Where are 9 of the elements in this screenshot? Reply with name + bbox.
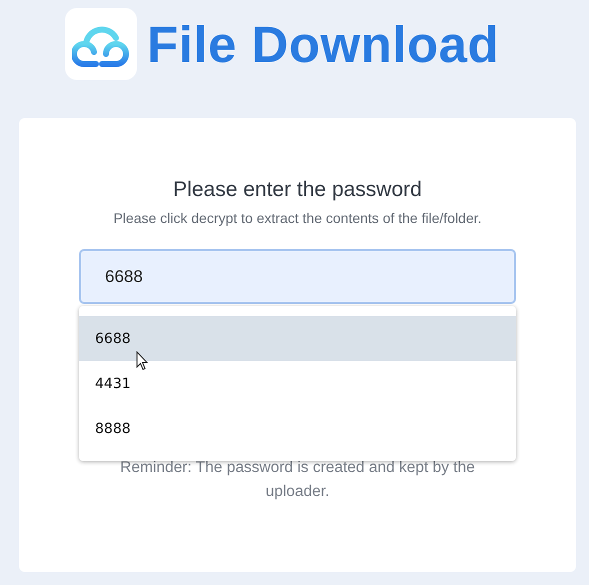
reminder-text: Reminder: The password is created and kept by the uploader. [119,458,476,502]
app-logo-icon [65,8,137,80]
page-title: File Download [147,14,500,74]
instruction-text: Please click decrypt to extract the contents of the file/folder. [113,210,482,226]
password-heading: Please enter the password [173,178,422,202]
suggestion-item[interactable]: 4431 [79,361,516,406]
cursor-icon [136,351,148,371]
suggestion-item[interactable]: 8888 [79,406,516,451]
password-field[interactable]: 6688 [79,249,516,304]
